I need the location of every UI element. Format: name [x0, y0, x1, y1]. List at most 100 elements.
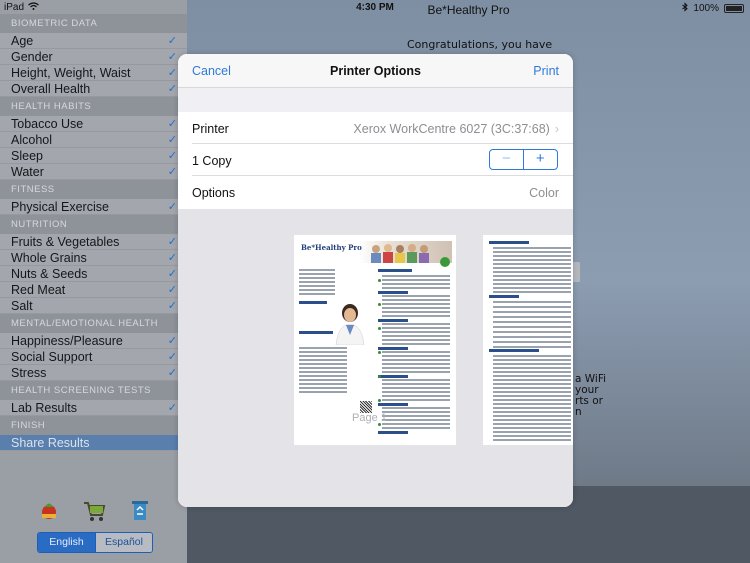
section-header: HEALTH HABITS [0, 97, 187, 116]
sidebar-item-label: Sleep [11, 149, 43, 163]
printer-options-modal: Cancel Printer Options Print Printer Xer… [178, 54, 573, 507]
sidebar-item-label: Social Support [11, 350, 93, 364]
printer-row[interactable]: Printer Xerox WorkCentre 6027 (3C:37:68)… [178, 112, 573, 144]
preview-text-line [299, 355, 347, 357]
preview-text-line [493, 383, 571, 385]
preview-text-line [382, 287, 450, 289]
preview-text-line [493, 346, 571, 348]
sidebar-item[interactable]: Fruits & Vegetables ✓ [0, 234, 187, 250]
wifi-text: a WiFi your rts or n [575, 373, 607, 418]
sidebar-item-label: Whole Grains [11, 251, 87, 265]
preview-page-2[interactable] [483, 235, 573, 445]
sidebar-item-label: Tobacco Use [11, 117, 84, 131]
section-spacer [178, 88, 573, 112]
preview-text-line [382, 367, 450, 369]
sidebar-item[interactable]: Physical Exercise ✓ [0, 199, 187, 215]
preview-text-line [493, 247, 571, 249]
increment-button[interactable]: + [524, 150, 558, 169]
checkmark-icon: ✓ [167, 35, 177, 47]
preview-text-line [378, 291, 408, 294]
section-header: MENTAL/EMOTIONAL HEALTH [0, 314, 187, 333]
sidebar-item[interactable]: Nuts & Seeds ✓ [0, 266, 187, 282]
sidebar-item-label: Physical Exercise [11, 200, 109, 214]
bullet-icon [378, 351, 381, 354]
sidebar-item[interactable]: Social Support ✓ [0, 349, 187, 365]
sidebar-item[interactable]: Alcohol ✓ [0, 132, 187, 148]
sidebar-item-label: Lab Results [11, 401, 78, 415]
sidebar-item[interactable]: Water ✓ [0, 164, 187, 180]
preview-text-line [382, 407, 450, 409]
sidebar-item[interactable]: Lab Results ✓ [0, 400, 187, 416]
preview-text-line [382, 283, 450, 285]
preview-text-line [493, 399, 571, 401]
bullet-icon [378, 303, 381, 306]
preview-text-line [299, 363, 347, 365]
preview-text-line [299, 331, 333, 334]
section-header: HEALTH SCREENING TESTS [0, 381, 187, 400]
recycle-bin-icon[interactable] [128, 497, 152, 523]
sidebar-item[interactable]: Age ✓ [0, 33, 187, 49]
bullet-icon [378, 279, 381, 282]
shopping-cart-icon[interactable] [82, 497, 106, 523]
language-english-button[interactable]: English [38, 533, 95, 552]
preview-text-line [299, 273, 335, 275]
options-row[interactable]: Options Color [178, 176, 573, 208]
preview-text-line [299, 269, 335, 271]
preview-text-line [493, 419, 571, 421]
sidebar-item-label: Salt [11, 299, 33, 313]
preview-text-line [382, 371, 450, 373]
sidebar-item[interactable]: Whole Grains ✓ [0, 250, 187, 266]
people-photo-icon [371, 244, 429, 263]
sidebar-item[interactable]: Happiness/Pleasure ✓ [0, 333, 187, 349]
preview-text-line [382, 351, 450, 353]
section-header: BIOMETRIC DATA [0, 14, 187, 33]
preview-text-line [493, 331, 571, 333]
language-spanish-button[interactable]: Español [95, 533, 152, 552]
sidebar-item[interactable]: Tobacco Use ✓ [0, 116, 187, 132]
sidebar-item-label: Fruits & Vegetables [11, 235, 120, 249]
preview-text-line [493, 355, 571, 357]
preview-text-line [382, 323, 450, 325]
preview-text-line [382, 427, 450, 429]
sidebar-item[interactable]: Overall Health ✓ [0, 81, 187, 97]
preview-text-line [382, 299, 450, 301]
preview-text-line [382, 315, 450, 317]
preview-text-line [493, 279, 571, 281]
preview-text-line [493, 311, 571, 313]
copies-row: 1 Copy − + [178, 144, 573, 176]
preview-text-line [299, 301, 327, 304]
preview-text-line [299, 351, 347, 353]
healthy-food-icon[interactable] [37, 497, 61, 523]
preview-text-line [493, 259, 571, 261]
sidebar-item-label: Share Results [11, 436, 90, 450]
preview-text-line [382, 295, 450, 297]
checkmark-icon: ✓ [167, 268, 177, 280]
preview-text-line [299, 359, 347, 361]
preview-text-line [493, 263, 571, 265]
sidebar-item[interactable]: Red Meat ✓ [0, 282, 187, 298]
sidebar-item-label: Alcohol [11, 133, 52, 147]
checkmark-icon: ✓ [167, 252, 177, 264]
checkmark-icon: ✓ [167, 367, 177, 379]
preview-page-1[interactable]: Be*Healthy Pro Page 1 [294, 235, 456, 445]
sidebar-item-label: Nuts & Seeds [11, 267, 88, 281]
sidebar-item[interactable]: Stress ✓ [0, 365, 187, 381]
preview-text-line [382, 275, 450, 277]
preview-text-line [299, 367, 347, 369]
print-preview[interactable]: Be*Healthy Pro Page 1 [178, 209, 573, 507]
print-button[interactable]: Print [533, 64, 559, 78]
decrement-button[interactable]: − [490, 150, 524, 169]
sidebar-item[interactable]: Sleep ✓ [0, 148, 187, 164]
sidebar-item[interactable]: Salt ✓ [0, 298, 187, 314]
sidebar-item[interactable]: Gender ✓ [0, 49, 187, 65]
sidebar-item-label: Height, Weight, Waist [11, 66, 131, 80]
sidebar-item-label: Stress [11, 366, 47, 380]
sidebar-item[interactable]: Share Results [0, 435, 187, 451]
preview-text-line [493, 411, 571, 413]
sidebar-item-label: Water [11, 165, 44, 179]
doctor-photo-icon [335, 304, 365, 345]
preview-text-line [299, 371, 347, 373]
preview-text-line [382, 383, 450, 385]
preview-text-line [493, 371, 571, 373]
sidebar-item[interactable]: Height, Weight, Waist ✓ [0, 65, 187, 81]
